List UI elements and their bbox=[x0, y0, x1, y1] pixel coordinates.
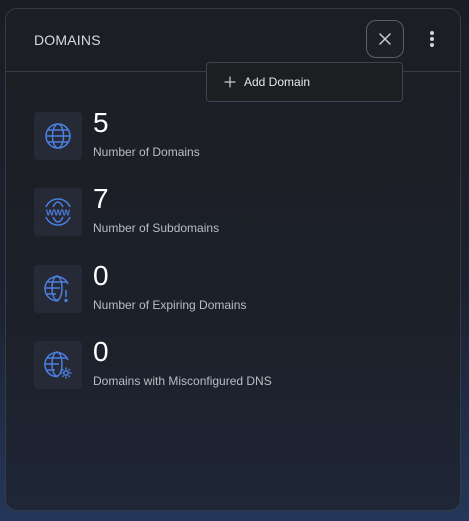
www-globe-icon: WWW bbox=[34, 188, 82, 236]
stat-value: 0 bbox=[93, 336, 109, 367]
stat-label: Domains with Misconfigured DNS bbox=[93, 374, 272, 388]
domains-card: DOMAINS Add Domain 5 Number of Domains W… bbox=[5, 8, 461, 511]
stat-number-of-domains: 5 Number of Domains bbox=[34, 107, 434, 172]
menu-item-label: Add Domain bbox=[244, 75, 311, 89]
globe-alert-icon bbox=[34, 265, 82, 313]
card-title: DOMAINS bbox=[34, 32, 101, 48]
stat-value: 5 bbox=[93, 107, 109, 138]
close-icon bbox=[379, 33, 391, 45]
stat-label: Number of Domains bbox=[93, 145, 200, 159]
actions-dropdown-menu: Add Domain bbox=[206, 62, 403, 102]
stat-value: 7 bbox=[93, 183, 109, 214]
plus-icon bbox=[224, 76, 236, 88]
stat-misconfigured-dns: 0 Domains with Misconfigured DNS bbox=[34, 336, 434, 401]
globe-gear-icon bbox=[34, 341, 82, 389]
stat-label: Number of Expiring Domains bbox=[93, 298, 247, 312]
menu-item-add-domain[interactable]: Add Domain bbox=[207, 63, 402, 101]
more-vertical-icon bbox=[430, 31, 434, 47]
stat-value: 0 bbox=[93, 260, 109, 291]
stat-number-of-subdomains: WWW 7 Number of Subdomains bbox=[34, 183, 434, 248]
stat-number-of-expiring-domains: 0 Number of Expiring Domains bbox=[34, 260, 434, 325]
svg-text:WWW: WWW bbox=[46, 208, 71, 218]
stat-label: Number of Subdomains bbox=[93, 221, 220, 235]
close-button[interactable] bbox=[366, 20, 404, 58]
more-options-button[interactable] bbox=[422, 27, 442, 51]
globe-icon bbox=[34, 112, 82, 160]
